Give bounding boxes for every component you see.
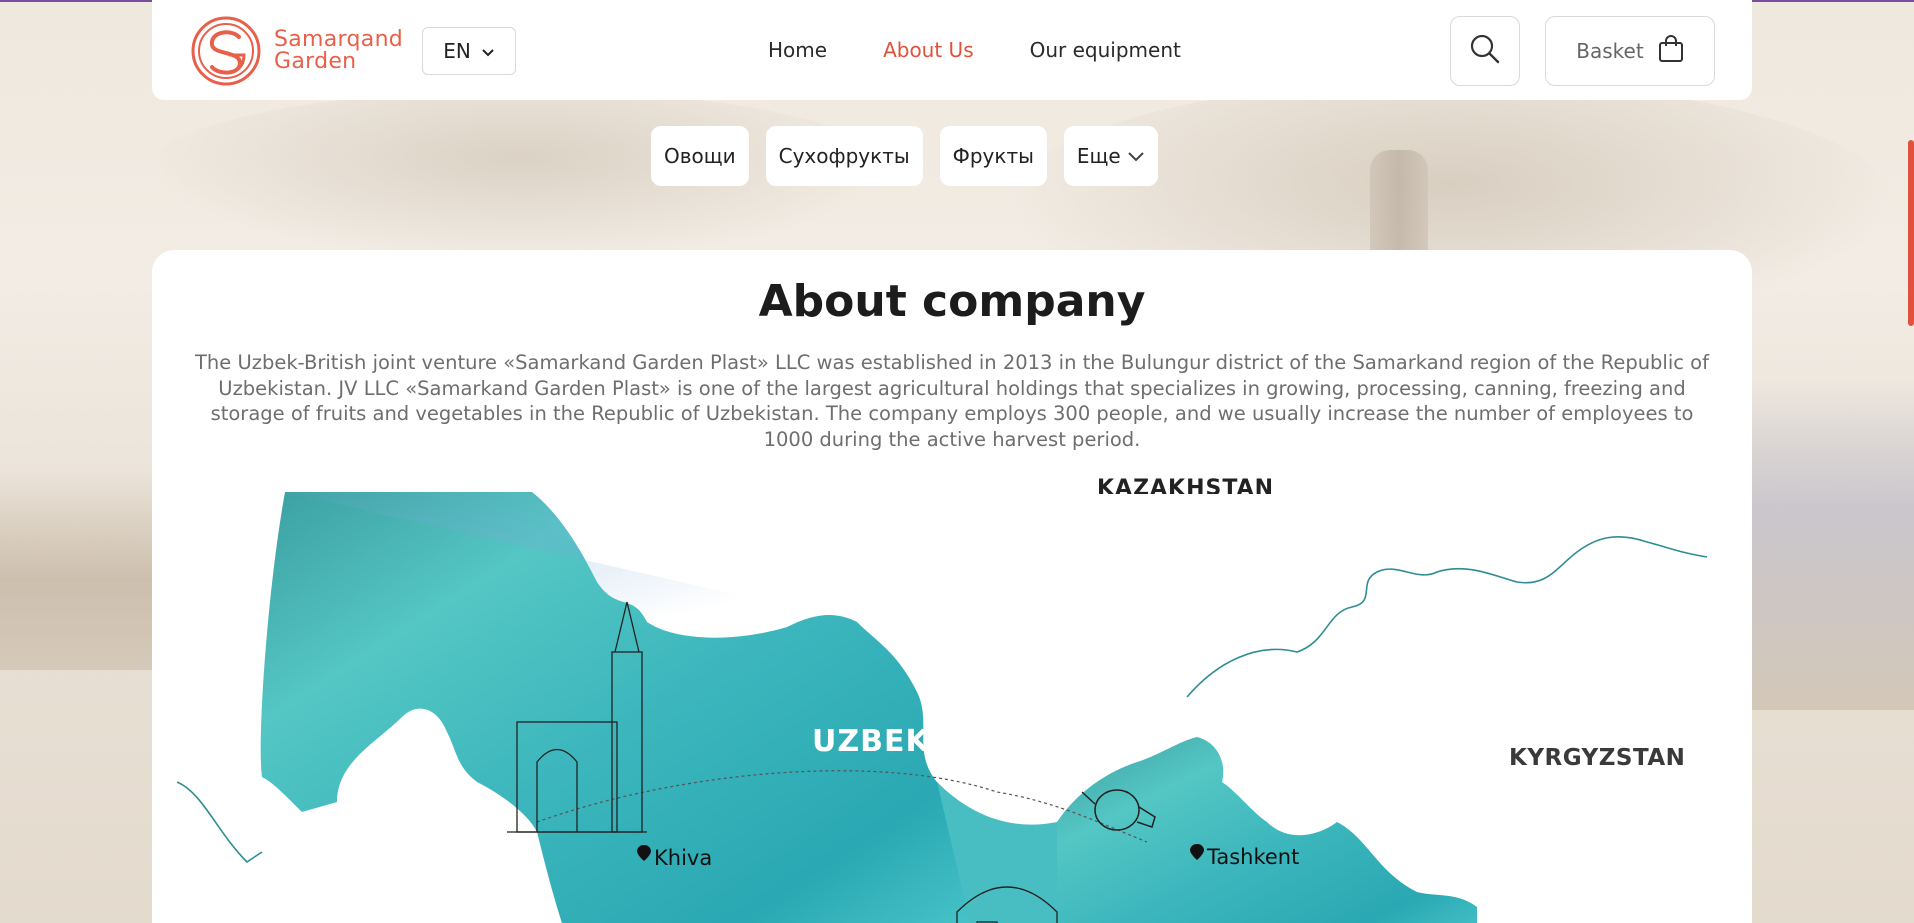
nav-item-our-equipment[interactable]: Our equipment (1030, 38, 1181, 62)
category-bar: Овощи Сухофрукты Фрукты Еще (651, 126, 1158, 186)
category-fruits[interactable]: Фрукты (939, 126, 1047, 186)
map-label-uzbekistan: UZBEKISTAN (812, 724, 1034, 759)
basket-button[interactable]: Basket (1545, 16, 1715, 86)
nav-item-home[interactable]: Home (768, 38, 827, 62)
search-button[interactable] (1450, 16, 1520, 86)
background-city-right (1744, 380, 1914, 710)
language-selected-label: EN (443, 39, 471, 63)
about-company-card: About company The Uzbek-British joint ve… (152, 250, 1752, 923)
chevron-down-icon (481, 39, 495, 63)
category-label: Овощи (664, 144, 736, 168)
shopping-bag-icon (1658, 34, 1684, 68)
category-label: Фрукты (952, 144, 1034, 168)
map-illustration (176, 492, 1708, 923)
map-city-khiva: Khiva (654, 846, 713, 870)
logo-text-line2: Garden (274, 49, 357, 74)
category-vegetables[interactable]: Овощи (651, 126, 749, 186)
language-selector[interactable]: EN (422, 27, 516, 75)
map-city-tashkent: Tashkent (1207, 845, 1300, 869)
basket-label: Basket (1576, 39, 1644, 63)
map-label-kyrgyzstan: KYRGYZSTAN (1509, 745, 1686, 771)
site-header: Samarqand Garden EN Home About Us Our eq… (152, 0, 1752, 100)
category-label: Еще (1076, 144, 1121, 168)
logo-icon (190, 15, 262, 87)
category-label: Сухофрукты (778, 144, 910, 168)
page-title: About company (758, 276, 1146, 327)
nav-item-about-us[interactable]: About Us (883, 38, 974, 62)
search-icon (1469, 33, 1501, 69)
background-minaret (1370, 150, 1428, 250)
logo-text-line1: Samarqand (274, 27, 404, 52)
uzbekistan-map: KAZAKHSTAN UZBEKISTAN KYRGYZSTAN Khiva T… (176, 476, 1727, 923)
category-dried-fruits[interactable]: Сухофрукты (765, 126, 923, 186)
about-description: The Uzbek-British joint venture «Samarka… (195, 351, 1709, 451)
category-more-dropdown[interactable]: Еще (1063, 126, 1158, 186)
logo[interactable]: Samarqand Garden (190, 15, 403, 87)
chevron-down-icon (1121, 144, 1145, 168)
scrollbar-thumb[interactable] (1908, 140, 1914, 326)
logo-text: Samarqand Garden (274, 29, 403, 73)
main-nav: Home About Us Our equipment (768, 38, 1181, 62)
map-label-kazakhstan: KAZAKHSTAN (1097, 476, 1275, 494)
background-city-left (0, 470, 160, 670)
